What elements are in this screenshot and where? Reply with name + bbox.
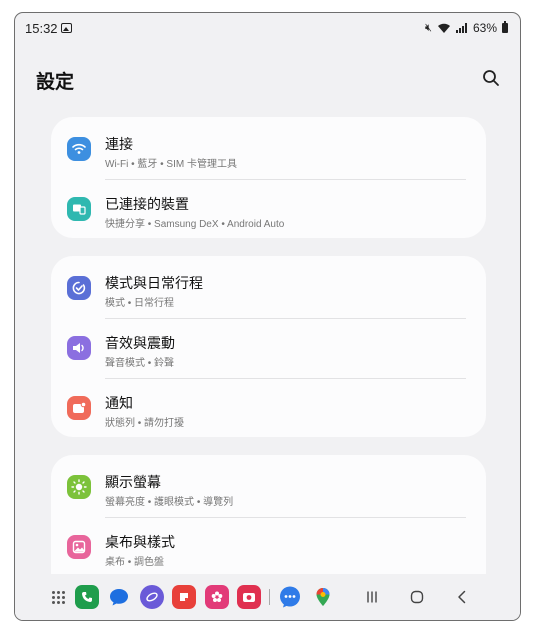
chat-app-icon[interactable] xyxy=(278,585,302,609)
settings-item-notifications[interactable]: 通知 狀態列 • 請勿打擾 xyxy=(51,378,486,438)
search-icon xyxy=(483,70,499,86)
back-icon xyxy=(458,590,466,604)
modes-routines-icon xyxy=(67,276,91,300)
wifi-icon xyxy=(67,137,91,161)
phone-app-icon[interactable] xyxy=(75,585,99,609)
item-subtitle: 模式 • 日常行程 xyxy=(105,298,175,309)
item-title: 桌布與樣式 xyxy=(105,534,175,550)
item-subtitle: 快捷分享 • Samsung DeX • Android Auto xyxy=(105,219,285,230)
wallpaper-icon xyxy=(67,535,91,559)
item-title: 通知 xyxy=(105,395,133,411)
battery-icon xyxy=(502,21,508,33)
sound-icon xyxy=(67,336,91,360)
display-icon xyxy=(67,475,91,499)
taskbar xyxy=(15,574,520,620)
recent-apps-button[interactable] xyxy=(361,586,383,608)
settings-group-modes-sound-notifications: 模式與日常行程 模式 • 日常行程 音效與震動 聲音模式 • 鈴聲 通知 狀態列… xyxy=(51,256,486,437)
settings-item-sound-vibration[interactable]: 音效與震動 聲音模式 • 鈴聲 xyxy=(51,318,486,378)
back-button[interactable] xyxy=(451,586,473,608)
settings-item-connected-devices[interactable]: 已連接的裝置 快捷分享 • Samsung DeX • Android Auto xyxy=(51,179,486,239)
mute-icon: 🔇︎ xyxy=(425,21,432,34)
home-icon xyxy=(410,590,424,604)
settings-item-modes-routines[interactable]: 模式與日常行程 模式 • 日常行程 xyxy=(51,258,486,318)
page-title: 設定 xyxy=(36,72,75,93)
internet-app-icon[interactable] xyxy=(140,585,164,609)
item-subtitle: 狀態列 • 請勿打擾 xyxy=(105,418,185,429)
item-title: 模式與日常行程 xyxy=(105,275,203,291)
item-title: 音效與震動 xyxy=(105,335,175,351)
recents-icon xyxy=(367,591,377,603)
camera-app-icon[interactable] xyxy=(237,585,261,609)
flower-app-icon[interactable] xyxy=(205,585,229,609)
taskbar-divider xyxy=(269,589,270,605)
item-title: 連接 xyxy=(105,136,133,152)
status-time: 15:32 xyxy=(25,21,58,36)
item-title: 已連接的裝置 xyxy=(105,196,189,212)
settings-item-wallpaper-style[interactable]: 桌布與樣式 桌布 • 調色盤 xyxy=(51,517,486,577)
notes-app-icon[interactable] xyxy=(172,585,196,609)
messages-app-icon[interactable] xyxy=(107,585,131,609)
gallery-notification-icon xyxy=(61,23,72,33)
settings-group-connections: 連接 Wi-Fi • 藍牙 • SIM 卡管理工具 已連接的裝置 快捷分享 • … xyxy=(51,117,486,238)
battery-percent: 63% xyxy=(472,21,497,35)
settings-item-display[interactable]: 顯示螢幕 螢幕亮度 • 護眼模式 • 導覽列 xyxy=(51,457,486,517)
connected-devices-icon xyxy=(67,197,91,221)
app-drawer-button[interactable] xyxy=(46,585,70,609)
settings-item-connections[interactable]: 連接 Wi-Fi • 藍牙 • SIM 卡管理工具 xyxy=(51,119,486,179)
search-button[interactable] xyxy=(480,67,502,89)
notification-icon xyxy=(67,396,91,420)
item-title: 顯示螢幕 xyxy=(105,474,161,490)
item-subtitle: 聲音模式 • 鈴聲 xyxy=(105,358,175,369)
wifi-status-icon xyxy=(437,23,451,34)
item-subtitle: Wi-Fi • 藍牙 • SIM 卡管理工具 xyxy=(105,159,237,170)
item-subtitle: 螢幕亮度 • 護眼模式 • 導覽列 xyxy=(105,497,234,508)
home-button[interactable] xyxy=(406,586,428,608)
signal-icon xyxy=(455,23,468,33)
item-subtitle: 桌布 • 調色盤 xyxy=(105,557,165,568)
maps-app-icon[interactable] xyxy=(311,585,335,609)
apps-grid-icon xyxy=(51,590,65,604)
status-icons: 🔇︎ 63% xyxy=(425,21,508,35)
device-frame: 15:32 🔇︎ 63% 設定 連接 Wi-Fi • 藍牙 • SIM 卡管理工… xyxy=(14,12,521,621)
status-bar: 15:32 🔇︎ 63% xyxy=(15,13,520,45)
